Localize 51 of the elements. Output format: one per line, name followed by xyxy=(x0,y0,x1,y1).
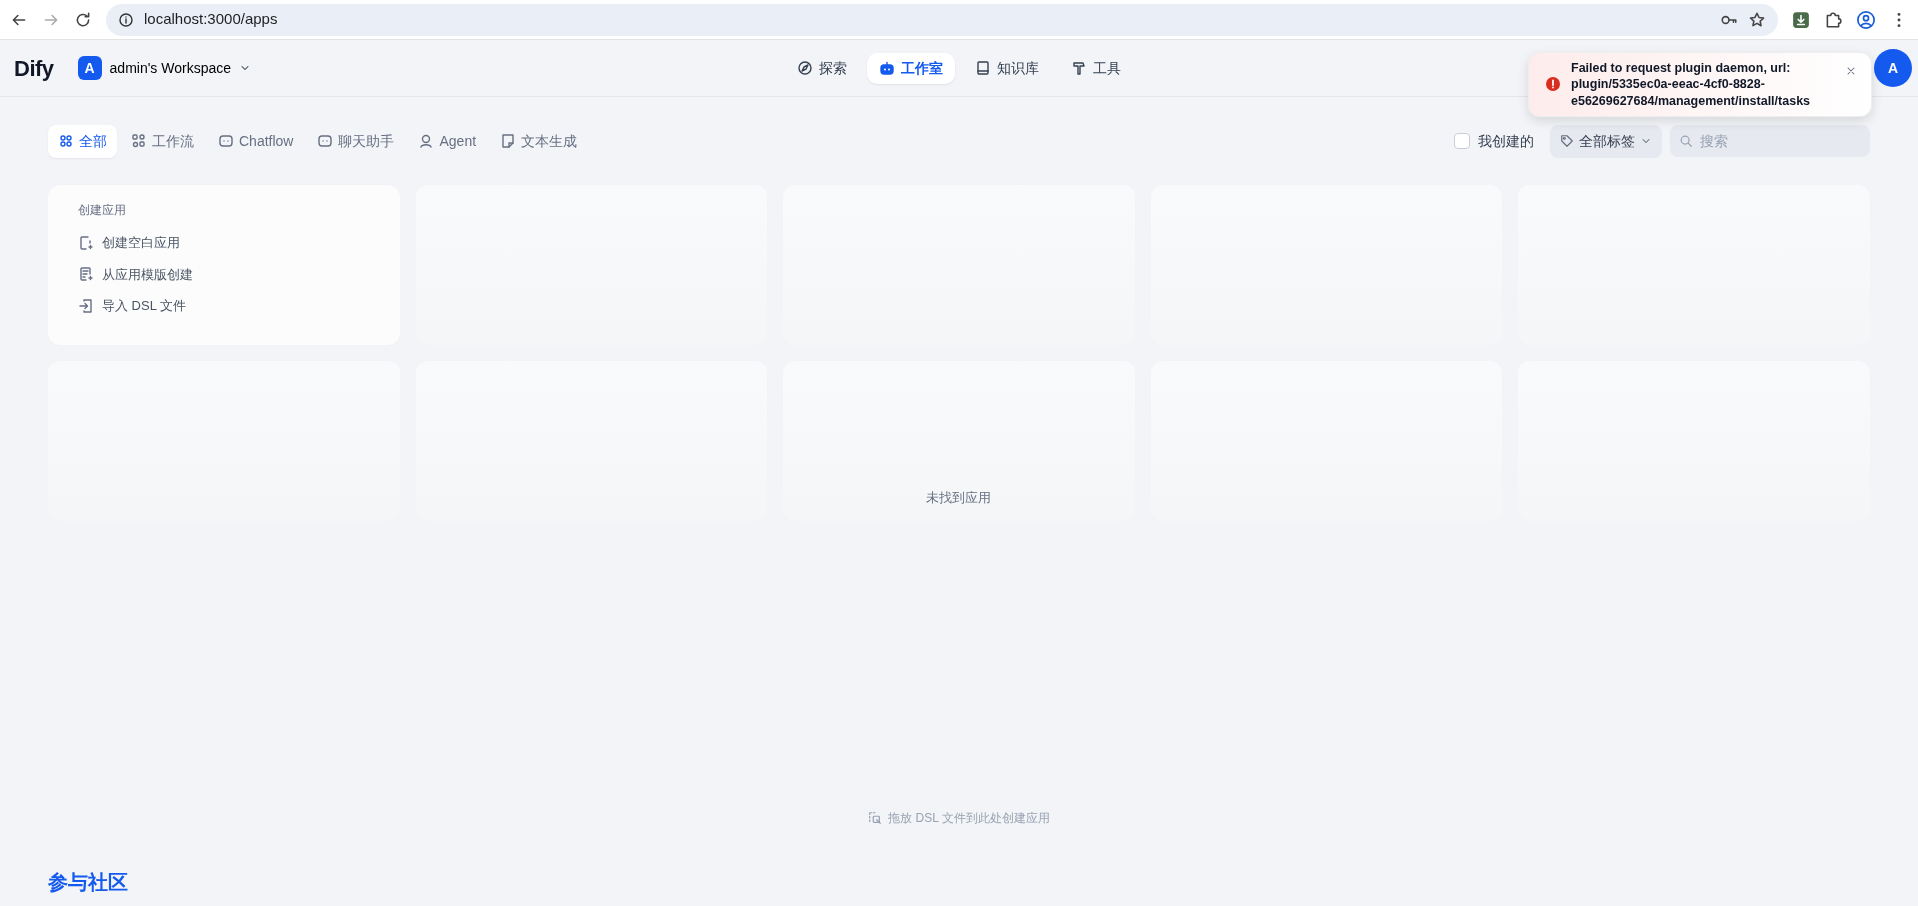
nav-tab[interactable]: 工具 xyxy=(1059,52,1133,84)
filter-tab[interactable]: 工作流 xyxy=(121,124,204,158)
profile-icon[interactable] xyxy=(1856,9,1876,30)
address-bar[interactable]: localhost:3000/apps xyxy=(106,3,1778,36)
compass-icon xyxy=(797,60,813,76)
drop-file-icon xyxy=(868,811,883,825)
file-plus-icon xyxy=(78,234,94,251)
workspace-name: admin's Workspace xyxy=(109,58,232,78)
error-icon xyxy=(1545,76,1561,93)
download-extension-icon[interactable] xyxy=(1792,10,1810,29)
logo[interactable]: Dify xyxy=(14,51,54,85)
empty-message: 未找到应用 xyxy=(926,488,992,507)
nav-tab[interactable]: 工作室 xyxy=(867,52,955,84)
drop-hint: 拖放 DSL 文件到此处创建应用 xyxy=(888,810,1050,827)
workspace-selector[interactable]: A admin's Workspace xyxy=(77,56,252,80)
info-icon xyxy=(118,11,134,28)
create-app-option[interactable]: 导入 DSL 文件 xyxy=(78,292,370,320)
filter-tab[interactable]: 文本生成 xyxy=(490,124,588,158)
create-app-option[interactable]: 从应用模版创建 xyxy=(78,260,370,288)
note-icon xyxy=(500,133,517,149)
chat-icon xyxy=(218,133,234,149)
filter-tab[interactable]: Chatflow xyxy=(208,124,304,158)
grid-icon xyxy=(58,133,74,149)
workflow-icon xyxy=(131,133,147,149)
nav-tab[interactable]: 知识库 xyxy=(963,52,1051,84)
url-text: localhost:3000/apps xyxy=(144,9,278,30)
robot-icon xyxy=(879,60,895,76)
user-avatar[interactable]: A xyxy=(1874,49,1912,87)
create-app-option[interactable]: 创建空白应用 xyxy=(78,229,370,257)
agent-icon xyxy=(418,133,435,149)
reload-icon[interactable] xyxy=(74,10,92,29)
filter-tab[interactable]: 全部 xyxy=(48,124,117,158)
tag-selector[interactable]: 全部标签 xyxy=(1550,124,1662,158)
extensions-icon[interactable] xyxy=(1824,10,1842,29)
hammer-icon xyxy=(1071,60,1087,76)
card-title: 创建应用 xyxy=(78,202,127,219)
tag-icon xyxy=(1560,134,1574,148)
filter-tab[interactable]: Agent xyxy=(408,124,487,158)
workspace-avatar: A xyxy=(77,56,102,80)
section-title: 参与社区 xyxy=(48,870,129,895)
nav-tab[interactable]: 探索 xyxy=(785,52,859,84)
import-icon xyxy=(78,297,94,314)
document-plus-icon xyxy=(78,266,94,283)
book-icon xyxy=(975,60,991,76)
chat-icon xyxy=(317,133,334,149)
filter-tab[interactable]: 聊天助手 xyxy=(307,124,405,158)
checkbox-label: 我创建的 xyxy=(1478,131,1534,151)
checkbox[interactable] xyxy=(1454,133,1470,149)
toast-message: Failed to request plugin daemon, url: plugin/5335ec0a-eeac-4cf0-8828-e56269627684/management/install/tasks xyxy=(1571,60,1812,109)
search-field[interactable]: 搜索 xyxy=(1670,125,1870,157)
star-icon[interactable] xyxy=(1748,10,1766,29)
